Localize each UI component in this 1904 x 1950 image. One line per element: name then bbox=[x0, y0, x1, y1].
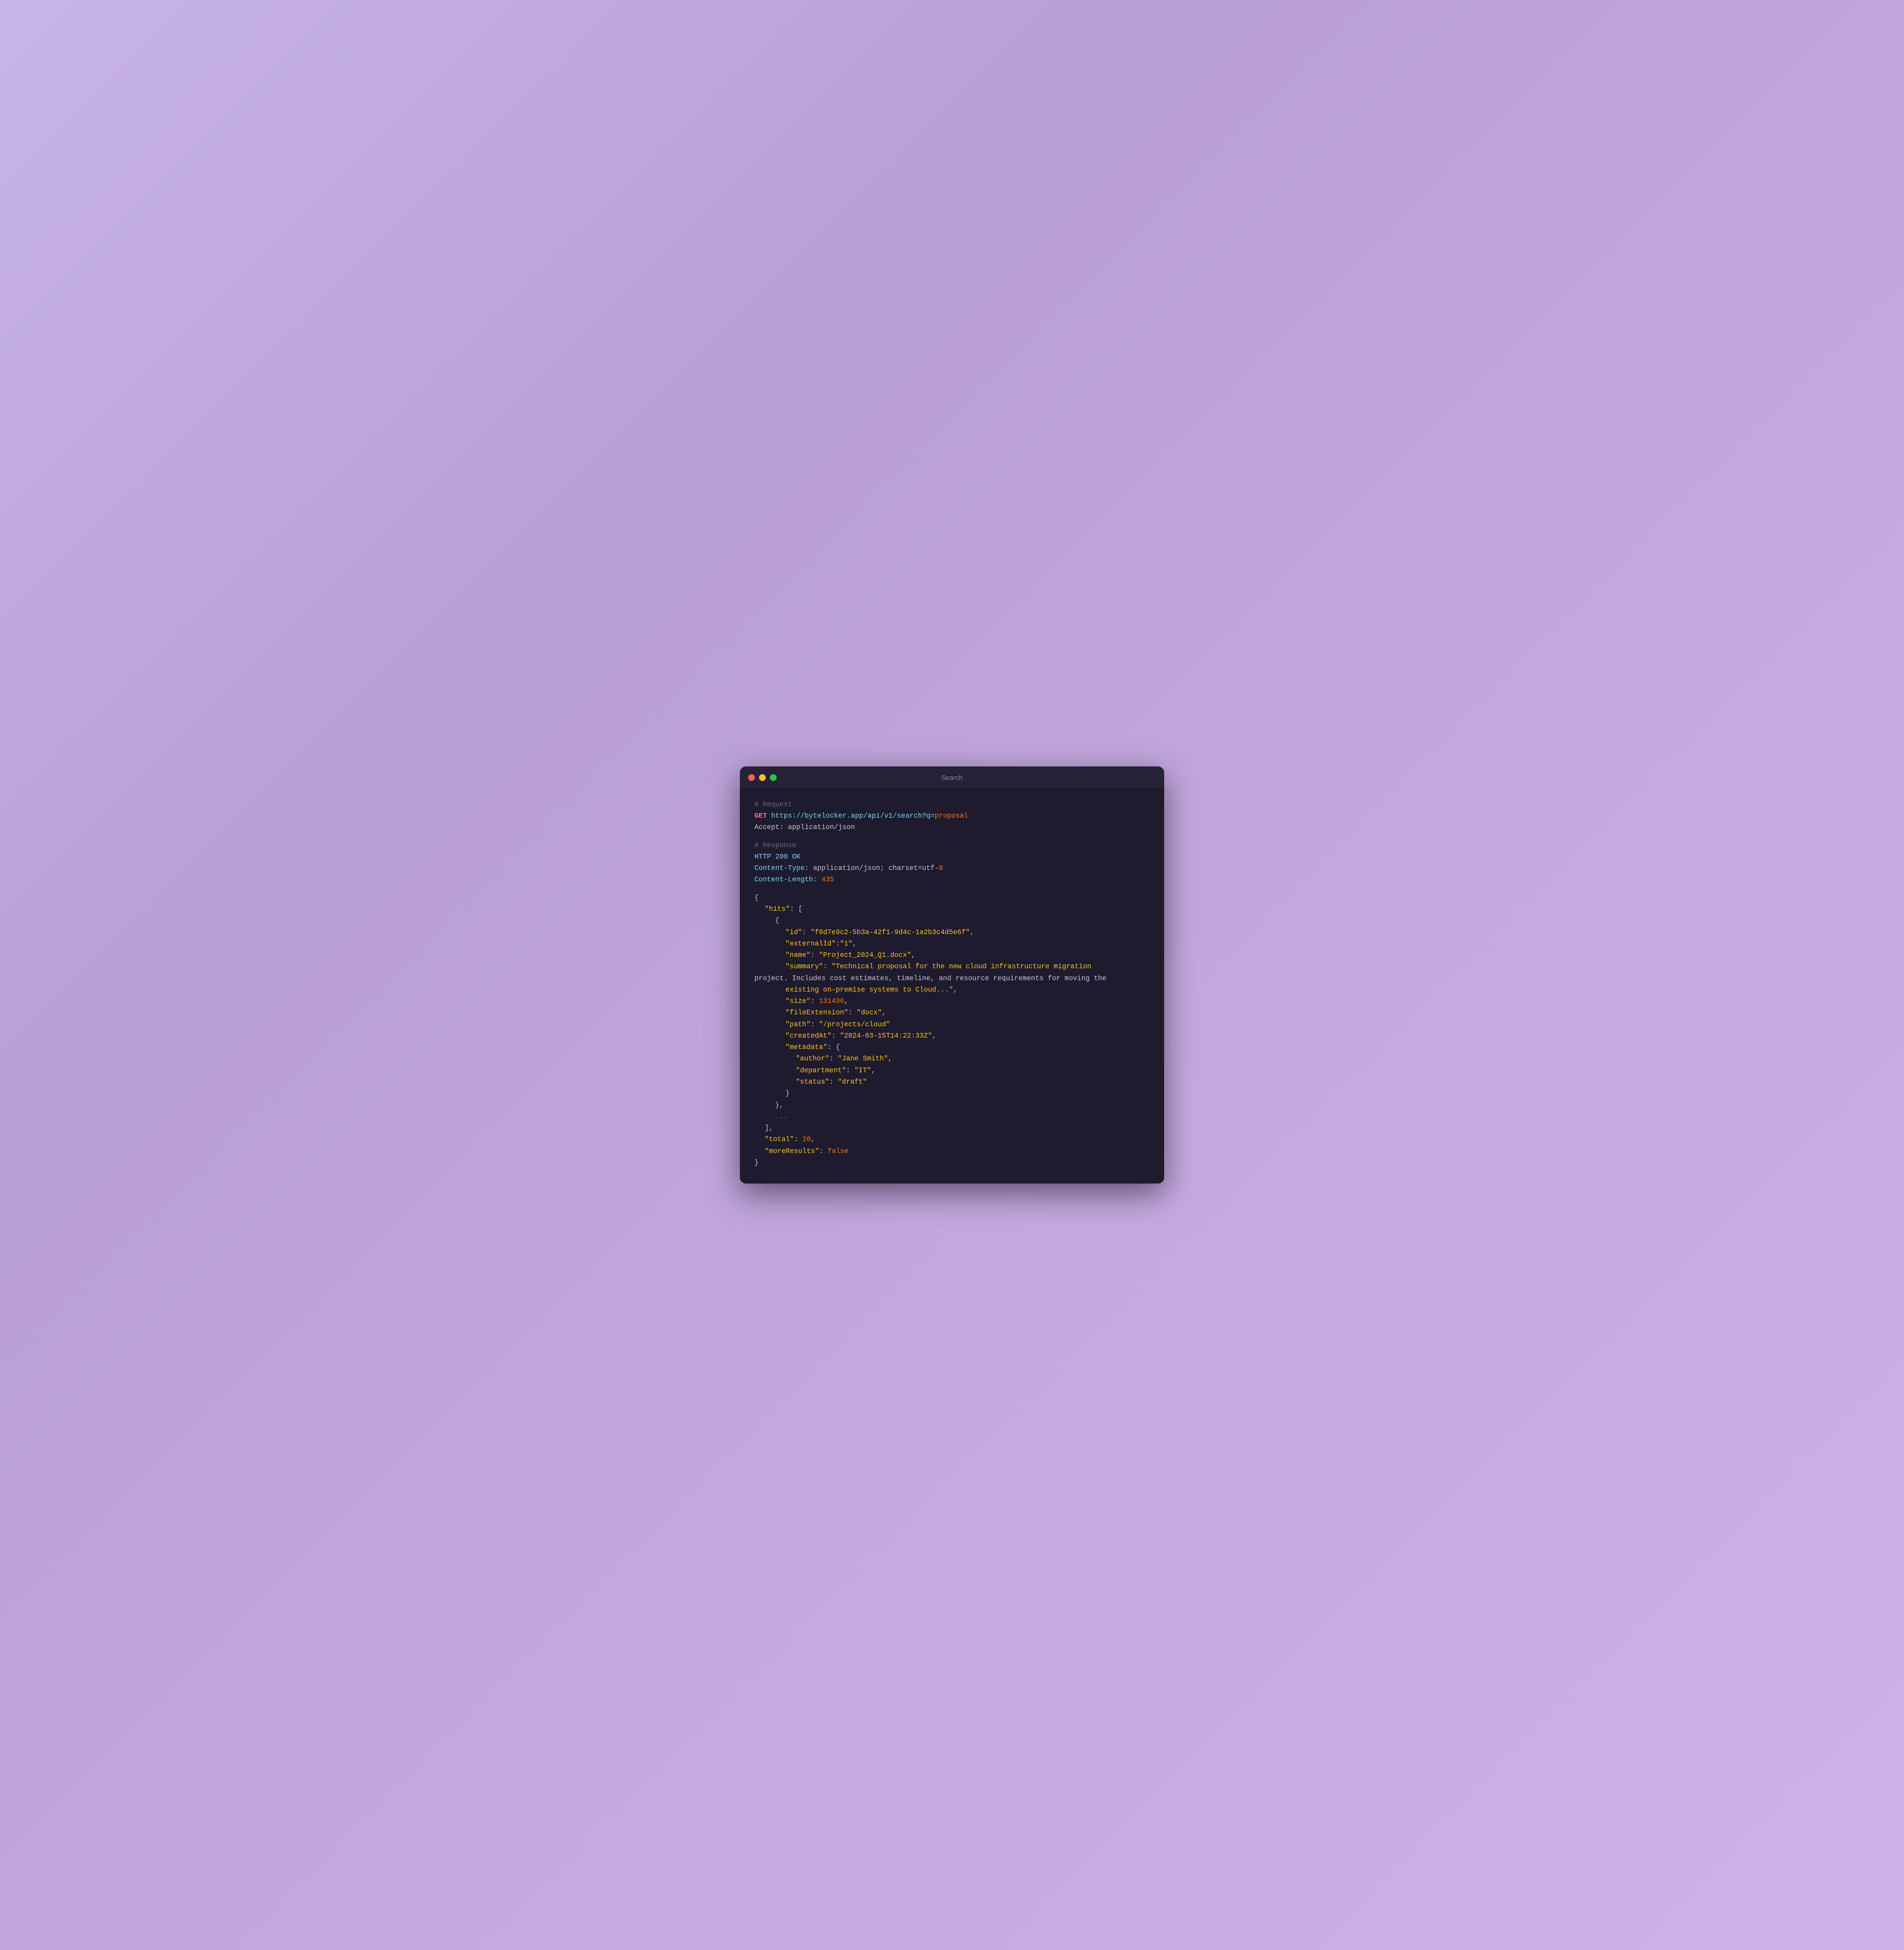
department-key: "department" bbox=[796, 1067, 846, 1075]
maximize-button[interactable] bbox=[770, 774, 777, 781]
traffic-lights bbox=[748, 774, 777, 781]
name-val: "Project_2024_Q1.docx" bbox=[819, 952, 911, 959]
externalid-line: "externalId":"1", bbox=[754, 939, 1150, 950]
size-val: 131436 bbox=[819, 998, 844, 1006]
get-method: GET bbox=[754, 813, 767, 820]
content-type-key: Content-Type bbox=[754, 865, 805, 873]
object-close: }, bbox=[754, 1100, 1150, 1112]
hits-close: ], bbox=[754, 1123, 1150, 1134]
fileext-line: "fileExtension": "docx", bbox=[754, 1008, 1150, 1019]
window-title: Search bbox=[941, 774, 962, 781]
code-window: Search # Request GET https://bytelocker.… bbox=[740, 766, 1164, 1184]
summary-line2: project. Includes cost estimates, timeli… bbox=[754, 973, 1150, 985]
metadata-key: "metadata" bbox=[785, 1044, 827, 1052]
total-val: 20 bbox=[802, 1136, 811, 1144]
fileext-key: "fileExtension" bbox=[785, 1009, 849, 1017]
summary-key: "summary" bbox=[785, 963, 823, 971]
close-button[interactable] bbox=[748, 774, 755, 781]
request-comment: # Request bbox=[754, 800, 1150, 811]
hits-line: "hits": [ bbox=[754, 904, 1150, 915]
path-key: "path" bbox=[785, 1021, 811, 1029]
content-type-val: : application/json; charset=utf- bbox=[805, 865, 939, 873]
status-key: "status" bbox=[796, 1079, 829, 1086]
titlebar: Search bbox=[740, 766, 1164, 787]
content-length-line: Content-Length: 435 bbox=[754, 875, 1150, 886]
ellipsis: ... bbox=[754, 1112, 1150, 1123]
http-status: HTTP 200 OK bbox=[754, 852, 1150, 863]
summary-val3: existing on-premise systems to Cloud..." bbox=[785, 986, 953, 994]
author-key: "author" bbox=[796, 1055, 829, 1063]
summary-line1: "summary": "Technical proposal for the n… bbox=[754, 962, 1150, 973]
size-line: "size": 131436, bbox=[754, 996, 1150, 1008]
minimize-button[interactable] bbox=[759, 774, 766, 781]
department-val: "IT" bbox=[854, 1067, 871, 1075]
name-line: "name": "Project_2024_Q1.docx", bbox=[754, 950, 1150, 962]
more-results-val: false bbox=[828, 1148, 849, 1156]
open-brace: { bbox=[754, 893, 1150, 904]
more-results-key: "moreResults" bbox=[765, 1148, 819, 1156]
summary-val1: "Technical proposal for the new cloud in… bbox=[831, 963, 1091, 971]
author-line: "author": "Jane Smith", bbox=[754, 1054, 1150, 1065]
name-key: "name" bbox=[785, 952, 811, 959]
content-length-colon: : bbox=[813, 876, 821, 884]
status-line: "status": "draft" bbox=[754, 1077, 1150, 1088]
createdat-key: "createdAt" bbox=[785, 1032, 831, 1040]
more-results-line: "moreResults": false bbox=[754, 1146, 1150, 1158]
path-line: "path": "/projects/cloud" bbox=[754, 1020, 1150, 1031]
id-key: "id" bbox=[785, 929, 802, 937]
metadata-line: "metadata": { bbox=[754, 1042, 1150, 1054]
createdat-line: "createdAt": "2024-03-15T14:22:33Z", bbox=[754, 1031, 1150, 1042]
author-val: "Jane Smith" bbox=[838, 1055, 888, 1063]
url-base: https://bytelocker.app/api/v1/search?q bbox=[767, 813, 930, 820]
accept-header: Accept: application/json bbox=[754, 822, 1150, 834]
hits-key: "hits" bbox=[765, 906, 790, 913]
externalid-val: "1" bbox=[840, 940, 852, 948]
close-brace: } bbox=[754, 1158, 1150, 1169]
metadata-close: } bbox=[754, 1088, 1150, 1100]
total-line: "total": 20, bbox=[754, 1134, 1150, 1146]
status-val: "draft" bbox=[838, 1079, 867, 1086]
code-content: # Request GET https://bytelocker.app/api… bbox=[740, 787, 1164, 1184]
content-length-num: 435 bbox=[822, 876, 834, 884]
url-param: proposal bbox=[934, 813, 968, 820]
department-line: "department": "IT", bbox=[754, 1066, 1150, 1077]
size-key: "size" bbox=[785, 998, 811, 1006]
path-val: "/projects/cloud" bbox=[819, 1021, 890, 1029]
id-line: "id": "f8d7e9c2-5b3a-42f1-9d4c-1a2b3c4d5… bbox=[754, 927, 1150, 939]
externalid-key: "externalId" bbox=[785, 940, 836, 948]
content-length-key: Content-Length bbox=[754, 876, 813, 884]
response-comment: # Response bbox=[754, 840, 1150, 852]
fileext-val: "docx" bbox=[857, 1009, 882, 1017]
total-key: "total" bbox=[765, 1136, 794, 1144]
createdat-val: "2024-03-15T14:22:33Z" bbox=[840, 1032, 932, 1040]
get-line: GET https://bytelocker.app/api/v1/search… bbox=[754, 811, 1150, 822]
id-val: "f8d7e9c2-5b3a-42f1-9d4c-1a2b3c4d5e6f" bbox=[811, 929, 970, 937]
content-type-line: Content-Type: application/json; charset=… bbox=[754, 863, 1150, 875]
content-type-num: 8 bbox=[939, 865, 943, 873]
object-open: { bbox=[754, 915, 1150, 927]
summary-line3: existing on-premise systems to Cloud..."… bbox=[754, 985, 1150, 996]
